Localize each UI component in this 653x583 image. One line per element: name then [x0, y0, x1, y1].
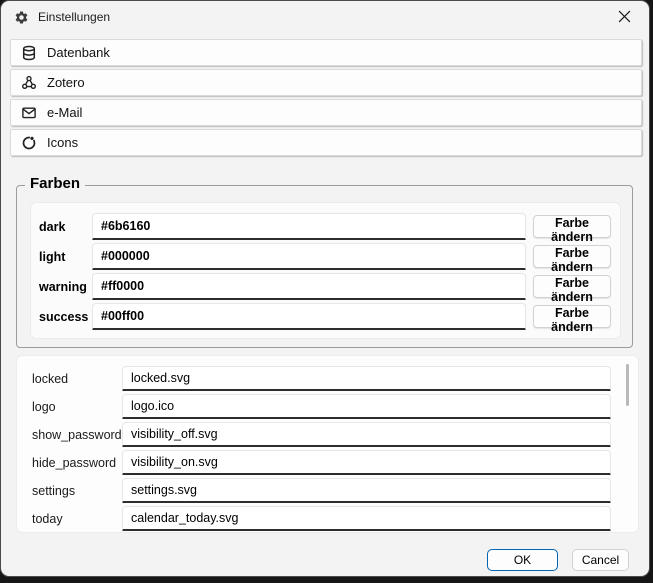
color-row-warning: warning Farbe ändern: [31, 272, 620, 302]
icon-file-input[interactable]: [122, 506, 611, 531]
section-header-datenbank[interactable]: Datenbank: [10, 39, 642, 66]
change-color-button[interactable]: Farbe ändern: [533, 275, 611, 298]
section-header-email[interactable]: e-Mail: [10, 99, 642, 126]
zotero-icon: [21, 75, 37, 91]
change-color-button[interactable]: Farbe ändern: [533, 245, 611, 268]
sync-icon: [21, 135, 37, 151]
icon-file-input[interactable]: [122, 422, 611, 447]
icon-file-label: settings: [32, 484, 75, 498]
icon-file-row-show-password: show_password: [17, 421, 638, 449]
icon-files-panel: locked logo show_password hide_password …: [16, 355, 639, 533]
icon-file-input[interactable]: [122, 478, 611, 503]
icon-file-label: today: [32, 512, 63, 526]
icon-file-label: logo: [32, 400, 56, 414]
settings-dialog: Einstellungen Datenbank: [1, 1, 649, 576]
icon-file-label: hide_password: [32, 456, 116, 470]
farben-groupbox: Farben dark Farbe ändern light Farbe änd…: [16, 185, 633, 348]
close-icon: [618, 10, 631, 23]
color-label: light: [39, 250, 65, 264]
scrollbar-thumb[interactable]: [626, 364, 629, 406]
section-header-label: e-Mail: [47, 105, 82, 120]
icon-file-label: show_password: [32, 428, 122, 442]
section-header-label: Zotero: [47, 75, 85, 90]
color-value-input[interactable]: [92, 273, 526, 300]
icon-file-row-locked: locked: [17, 365, 638, 393]
section-header-label: Icons: [47, 135, 78, 150]
change-color-button[interactable]: Farbe ändern: [533, 215, 611, 238]
farben-panel: dark Farbe ändern light Farbe ändern war…: [30, 202, 621, 339]
section-header-zotero[interactable]: Zotero: [10, 69, 642, 96]
close-button[interactable]: [602, 2, 646, 31]
gear-icon: [14, 10, 29, 25]
color-row-light: light Farbe ändern: [31, 242, 620, 272]
cancel-button[interactable]: Cancel: [572, 549, 629, 571]
icon-file-input[interactable]: [122, 366, 611, 391]
color-label: dark: [39, 220, 65, 234]
icon-file-row-hide-password: hide_password: [17, 449, 638, 477]
icon-file-row-settings: settings: [17, 477, 638, 505]
window-title: Einstellungen: [38, 10, 110, 24]
change-color-button[interactable]: Farbe ändern: [533, 305, 611, 328]
ok-button[interactable]: OK: [487, 549, 558, 571]
titlebar: Einstellungen: [1, 1, 649, 33]
icon-file-label: locked: [32, 372, 68, 386]
icon-file-row-logo: logo: [17, 393, 638, 421]
icon-file-input[interactable]: [122, 450, 611, 475]
color-value-input[interactable]: [92, 303, 526, 330]
color-value-input[interactable]: [92, 243, 526, 270]
icon-file-input[interactable]: [122, 394, 611, 419]
color-value-input[interactable]: [92, 213, 526, 240]
color-label: success: [39, 310, 88, 324]
farben-group-title: Farben: [25, 175, 85, 192]
color-label: warning: [39, 280, 87, 294]
color-row-dark: dark Farbe ändern: [31, 212, 620, 242]
section-header-label: Datenbank: [47, 45, 110, 60]
mail-icon: [21, 105, 37, 121]
section-header-icons[interactable]: Icons: [10, 129, 642, 156]
color-row-success: success Farbe ändern: [31, 302, 620, 332]
database-icon: [21, 45, 37, 61]
icon-file-row-today: today: [17, 505, 638, 533]
